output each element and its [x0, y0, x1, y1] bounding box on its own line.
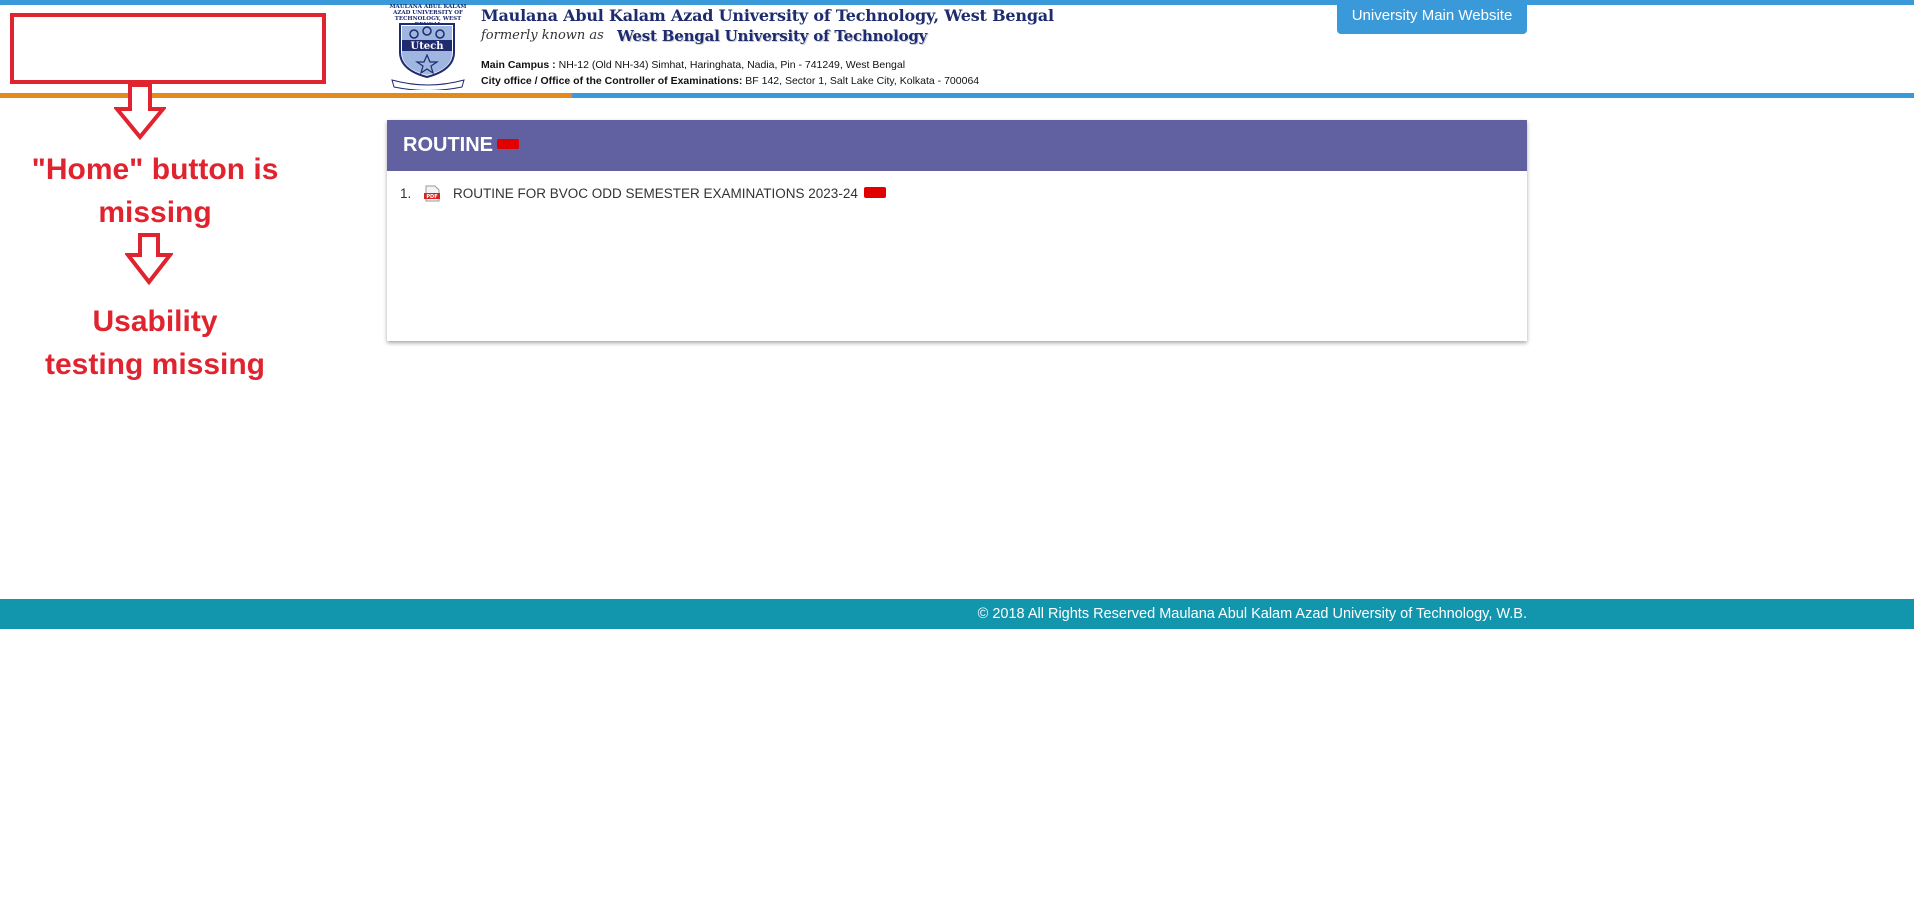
university-name: Maulana Abul Kalam Azad University of Te… [481, 6, 1054, 25]
main-campus-address: Main Campus : NH-12 (Old NH-34) Simhat, … [481, 59, 905, 71]
shield-emblem-icon: Utech [399, 23, 455, 78]
top-color-strip [0, 0, 1914, 5]
svg-text:PDF: PDF [426, 194, 437, 200]
usability-annotation-line2: testing missing [44, 348, 266, 381]
logo-ribbon-icon [391, 79, 465, 90]
routine-panel-header: ROUTINE [387, 120, 1527, 171]
main-campus-value: NH-12 (Old NH-34) Simhat, Haringhata, Na… [555, 59, 906, 71]
footer-copyright: © 2018 All Rights Reserved Maulana Abul … [977, 606, 1527, 622]
down-arrow-icon [114, 83, 166, 140]
usability-annotation-line1: Usability [92, 305, 218, 338]
city-office-address: City office / Office of the Controller o… [481, 75, 979, 87]
former-university-name: West Bengal University of Technology [617, 27, 928, 45]
new-badge-icon [863, 186, 886, 198]
routine-panel-title: ROUTINE [403, 134, 493, 156]
missing-home-annotation-line2: missing [98, 196, 212, 229]
footer-bar: © 2018 All Rights Reserved Maulana Abul … [0, 599, 1914, 629]
main-campus-label: Main Campus : [481, 59, 556, 71]
university-logo[interactable]: MAULANA ABUL KALAM AZAD UNIVERSITY OF TE… [386, 4, 470, 90]
university-main-website-button[interactable]: University Main Website [1337, 2, 1527, 34]
routine-item-link[interactable]: ROUTINE FOR BVOC ODD SEMESTER EXAMINATIO… [453, 186, 858, 201]
pdf-icon: PDF [424, 185, 440, 201]
missing-home-annotation-line1: "Home" button is [31, 153, 279, 186]
down-arrow-icon [125, 233, 173, 285]
formerly-known-label: formerly known as [481, 28, 604, 43]
routine-list: 1. PDF ROUTINE FOR BVOC ODD SEMESTER EXA… [387, 171, 1527, 215]
header-divider-blue [572, 93, 1914, 98]
city-office-label: City office / Office of the Controller o… [481, 75, 743, 87]
missing-home-button-highlight [10, 13, 326, 84]
city-office-value: BF 142, Sector 1, Salt Lake City, Kolkat… [742, 75, 980, 87]
header-divider-orange [0, 93, 572, 98]
missing-home-annotation: "Home" button is missing [0, 148, 310, 234]
item-number: 1. [400, 185, 412, 201]
logo-word: Utech [410, 41, 444, 52]
usability-annotation: Usability testing missing [0, 300, 310, 386]
routine-panel: ROUTINE 1. PDF ROUTINE FOR BVOC ODD SEME… [387, 120, 1527, 341]
routine-list-item[interactable]: 1. PDF ROUTINE FOR BVOC ODD SEMESTER EXA… [399, 183, 1515, 203]
new-badge-icon [497, 138, 519, 149]
